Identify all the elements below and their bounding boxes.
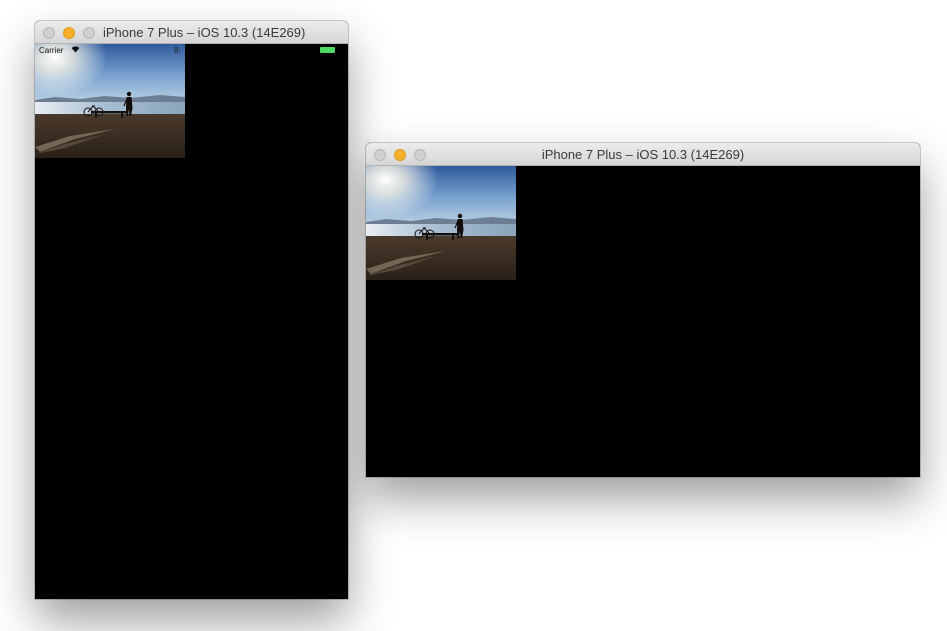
- beach-photo: [35, 44, 185, 158]
- carrier-label: Carrier: [39, 46, 64, 55]
- device-screen[interactable]: [366, 166, 920, 477]
- window-titlebar[interactable]: iPhone 7 Plus – iOS 10.3 (14E269): [35, 21, 348, 44]
- simulator-window-landscape[interactable]: iPhone 7 Plus – iOS 10.3 (14E269): [366, 143, 920, 477]
- minimize-button[interactable]: [63, 27, 75, 39]
- beach-photo-graphic: [366, 166, 516, 280]
- beach-photo-graphic: [35, 44, 185, 158]
- window-titlebar[interactable]: iPhone 7 Plus – iOS 10.3 (14E269): [366, 143, 920, 166]
- window-title: iPhone 7 Plus – iOS 10.3 (14E269): [541, 147, 745, 162]
- ios-status-bar: Carrier 8:: [35, 44, 348, 58]
- device-screen[interactable]: Carrier 8:: [35, 44, 348, 599]
- close-button[interactable]: [43, 27, 55, 39]
- status-time: 8:: [174, 46, 181, 55]
- simulator-window-portrait[interactable]: iPhone 7 Plus – iOS 10.3 (14E269) Carrie…: [35, 21, 348, 599]
- wifi-icon: [71, 46, 80, 55]
- beach-photo: [366, 166, 516, 280]
- window-title: iPhone 7 Plus – iOS 10.3 (14E269): [103, 25, 306, 40]
- battery-icon: [320, 47, 335, 53]
- zoom-button[interactable]: [83, 27, 95, 39]
